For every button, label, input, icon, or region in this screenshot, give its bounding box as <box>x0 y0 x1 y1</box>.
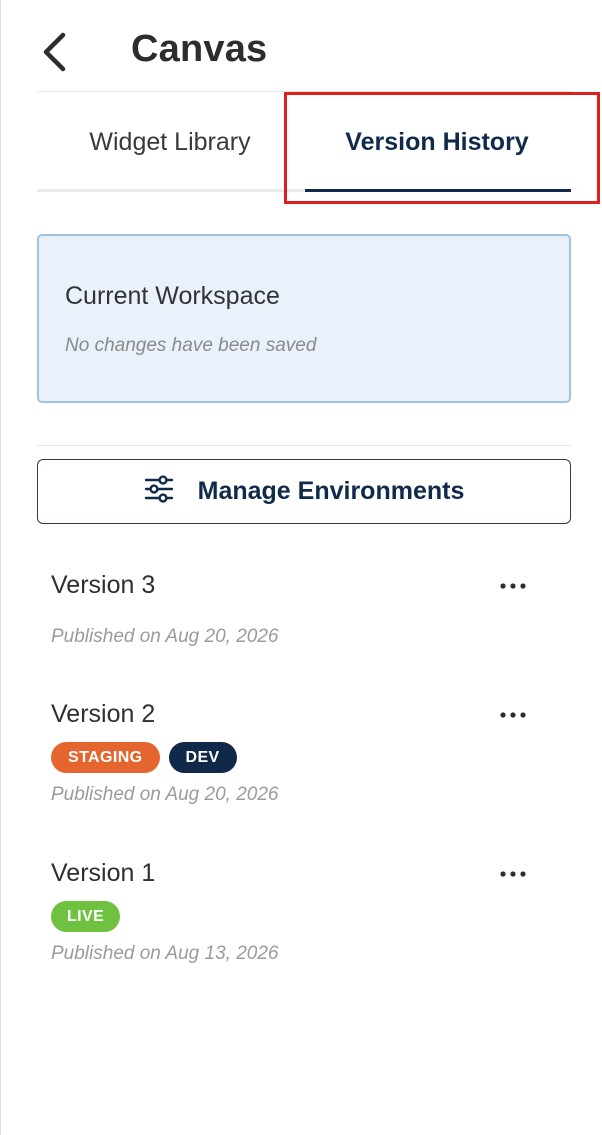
more-horizontal-icon <box>500 864 526 882</box>
tab-widget-library[interactable]: Widget Library <box>37 92 303 192</box>
chevron-left-icon <box>41 32 67 72</box>
version-item[interactable]: Version 1 LIVE Published on Aug 13, 2026 <box>51 859 541 969</box>
tab-bar: Widget Library Version History <box>37 92 571 192</box>
version-name: Version 3 <box>51 571 156 599</box>
published-date: Published on Aug 20, 2026 <box>51 784 279 805</box>
header: Canvas <box>37 0 571 92</box>
published-date: Published on Aug 13, 2026 <box>51 943 279 964</box>
version-name: Version 2 <box>51 700 156 728</box>
workspace-title: Current Workspace <box>65 282 280 310</box>
dev-badge: DEV <box>168 742 237 773</box>
manage-environments-button[interactable]: Manage Environments <box>37 459 571 524</box>
manage-environments-label: Manage Environments <box>197 477 465 505</box>
workspace-status: No changes have been saved <box>65 335 317 356</box>
page-title: Canvas <box>131 28 268 70</box>
version-item[interactable]: Version 3 Published on Aug 20, 2026 <box>51 571 541 651</box>
back-button[interactable] <box>41 24 81 80</box>
divider <box>37 445 571 446</box>
version-history-panel: Canvas Widget Library Version History Cu… <box>0 0 602 1135</box>
environment-badges: STAGING DEV <box>51 742 237 773</box>
more-options-button[interactable] <box>495 861 531 885</box>
more-horizontal-icon <box>500 705 526 723</box>
sliders-icon <box>144 475 174 508</box>
more-options-button[interactable] <box>495 702 531 726</box>
version-item[interactable]: Version 2 STAGING DEV Published on Aug 2… <box>51 700 541 810</box>
published-date: Published on Aug 20, 2026 <box>51 626 279 647</box>
live-badge: LIVE <box>51 901 121 932</box>
tab-version-history[interactable]: Version History <box>303 92 571 192</box>
current-workspace-card[interactable]: Current Workspace No changes have been s… <box>37 234 571 403</box>
more-options-button[interactable] <box>495 573 531 597</box>
more-horizontal-icon <box>500 576 526 594</box>
version-name: Version 1 <box>51 859 156 887</box>
staging-badge: STAGING <box>51 742 160 773</box>
active-tab-indicator <box>305 189 571 192</box>
environment-badges: LIVE <box>51 901 121 932</box>
